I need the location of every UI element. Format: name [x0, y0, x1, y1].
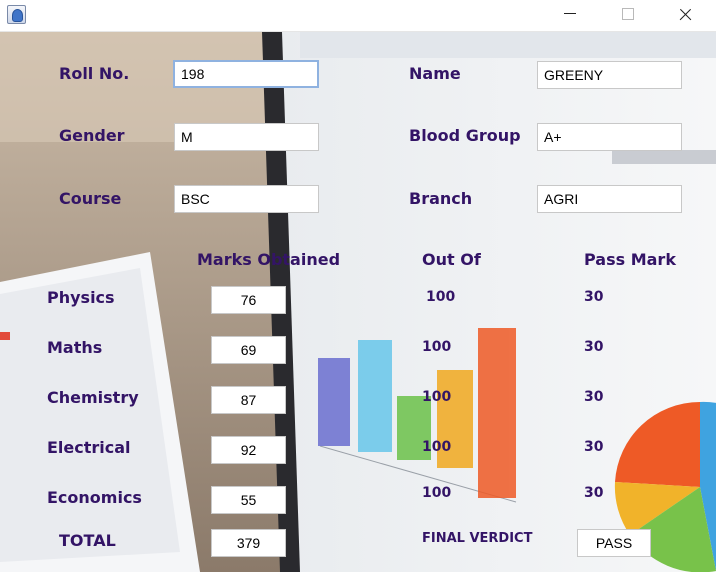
close-icon[interactable] [662, 0, 708, 31]
course-label: Course [59, 189, 122, 208]
final-verdict-label: FINAL VERDICT [422, 531, 533, 546]
gender-label: Gender [59, 126, 125, 145]
electrical-marks-field[interactable] [211, 436, 286, 464]
chemistry-out-of: 100 [422, 389, 452, 405]
maximize-icon[interactable] [604, 0, 650, 31]
roll-no-field[interactable] [173, 60, 319, 88]
physics-pass-mark: 30 [584, 289, 604, 305]
java-app-icon [7, 5, 26, 24]
economics-pass-mark: 30 [584, 485, 604, 501]
subject-label-physics: Physics [47, 288, 115, 307]
physics-marks-field[interactable] [211, 286, 286, 314]
chemistry-marks-field[interactable] [211, 386, 286, 414]
minimize-icon[interactable] [547, 0, 593, 31]
maths-out-of: 100 [422, 339, 452, 355]
economics-marks-field[interactable] [211, 486, 286, 514]
subject-label-chemistry: Chemistry [47, 388, 139, 407]
course-field[interactable] [174, 185, 319, 213]
blood-group-label: Blood Group [409, 126, 521, 145]
title-bar [0, 0, 716, 32]
chemistry-pass-mark: 30 [584, 389, 604, 405]
roll-no-label: Roll No. [59, 64, 130, 83]
branch-label: Branch [409, 189, 473, 208]
total-label: TOTAL [59, 531, 116, 550]
total-field[interactable] [211, 529, 286, 557]
subject-label-economics: Economics [47, 488, 142, 507]
name-label: Name [409, 64, 461, 83]
gender-field[interactable] [174, 123, 319, 151]
economics-out-of: 100 [422, 485, 452, 501]
final-verdict-field[interactable] [577, 529, 651, 557]
pass-mark-header: Pass Mark [584, 250, 676, 269]
out-of-header: Out Of [422, 250, 481, 269]
branch-field[interactable] [537, 185, 682, 213]
electrical-pass-mark: 30 [584, 439, 604, 455]
name-field[interactable] [537, 61, 682, 89]
maths-marks-field[interactable] [211, 336, 286, 364]
physics-out-of: 100 [426, 289, 456, 305]
subject-label-maths: Maths [47, 338, 103, 357]
maths-pass-mark: 30 [584, 339, 604, 355]
marks-obtained-header: Marks Obtained [197, 250, 341, 269]
electrical-out-of: 100 [422, 439, 452, 455]
blood-group-field[interactable] [537, 123, 682, 151]
subject-label-electrical: Electrical [47, 438, 131, 457]
form-panel: Roll No. Name Gender Blood Group Course … [0, 32, 716, 572]
